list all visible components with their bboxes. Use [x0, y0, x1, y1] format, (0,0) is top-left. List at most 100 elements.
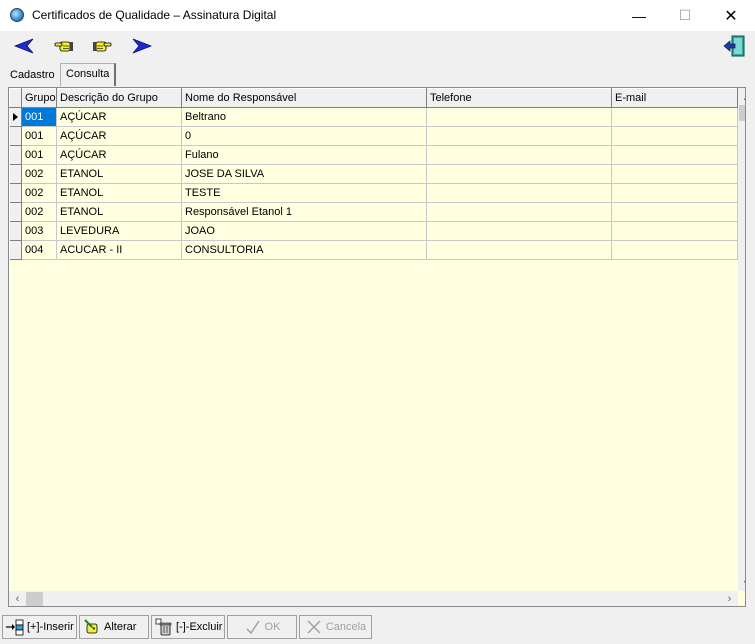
cell-telefone[interactable]	[426, 164, 612, 184]
cell-email[interactable]	[611, 126, 738, 146]
last-record-button[interactable]	[90, 35, 114, 57]
table-row[interactable]: 001 AÇÚCAR 0	[9, 126, 738, 146]
cell-email[interactable]	[611, 164, 738, 184]
vertical-scroll-thumb[interactable]	[739, 105, 745, 121]
row-indicator[interactable]	[9, 202, 22, 222]
horizontal-scroll-thumb[interactable]	[26, 592, 43, 606]
cell-email[interactable]	[611, 221, 738, 241]
table-row[interactable]: 001 AÇÚCAR Beltrano	[9, 107, 738, 127]
cell-grupo[interactable]: 001	[21, 107, 57, 127]
action-bar: [+]-Inserir Alterar [-]-Excluir OK Cance…	[0, 612, 755, 644]
row-indicator[interactable]	[9, 240, 22, 260]
delete-button-label: [-]-Excluir	[176, 621, 223, 633]
arrow-left-icon	[14, 38, 34, 54]
delete-button[interactable]: [-]-Excluir	[151, 615, 225, 639]
cell-nome[interactable]: Responsável Etanol 1	[181, 202, 427, 222]
table-row[interactable]: 002 ETANOL TESTE	[9, 183, 738, 203]
cell-grupo[interactable]: 004	[21, 240, 57, 260]
insert-button-label: [+]-Inserir	[27, 621, 74, 633]
scroll-right-icon[interactable]: ›	[721, 591, 738, 606]
cell-nome[interactable]: TESTE	[181, 183, 427, 203]
scroll-up-icon[interactable]: ▲	[738, 88, 745, 105]
cell-telefone[interactable]	[426, 221, 612, 241]
cell-email[interactable]	[611, 107, 738, 127]
cell-descricao[interactable]: ETANOL	[56, 164, 182, 184]
column-header-telefone[interactable]: Telefone	[426, 88, 612, 108]
row-indicator[interactable]	[9, 145, 22, 165]
cell-descricao[interactable]: LEVEDURA	[56, 221, 182, 241]
table-row[interactable]: 004 ACUCAR - II CONSULTORIA	[9, 240, 738, 260]
edit-button-label: Alterar	[104, 621, 137, 633]
column-header-email[interactable]: E-mail	[611, 88, 738, 108]
row-indicator[interactable]	[9, 221, 22, 241]
insert-button[interactable]: [+]-Inserir	[2, 615, 77, 639]
cancel-button[interactable]: Cancela	[299, 615, 372, 639]
cell-nome[interactable]: JOSE DA SILVA	[181, 164, 427, 184]
cell-descricao[interactable]: AÇÚCAR	[56, 107, 182, 127]
row-indicator[interactable]	[9, 164, 22, 184]
cell-descricao[interactable]: AÇÚCAR	[56, 126, 182, 146]
horizontal-scrollbar[interactable]: ‹ ›	[9, 591, 738, 606]
toolbar	[0, 31, 755, 62]
table-row[interactable]: 002 ETANOL Responsável Etanol 1	[9, 202, 738, 222]
cell-nome[interactable]: CONSULTORIA	[181, 240, 427, 260]
current-row-arrow-icon	[12, 113, 18, 121]
app-icon	[10, 8, 24, 22]
cell-descricao[interactable]: AÇÚCAR	[56, 145, 182, 165]
minimize-button[interactable]: —	[616, 0, 662, 31]
close-button[interactable]: ✕	[708, 0, 754, 31]
previous-record-button[interactable]	[12, 35, 36, 57]
cell-email[interactable]	[611, 240, 738, 260]
cancel-button-label: Cancela	[325, 621, 367, 633]
cell-grupo[interactable]: 002	[21, 202, 57, 222]
exit-button[interactable]	[722, 35, 746, 57]
table-row[interactable]: 002 ETANOL JOSE DA SILVA	[9, 164, 738, 184]
cell-telefone[interactable]	[426, 107, 612, 127]
cell-telefone[interactable]	[426, 183, 612, 203]
checkmark-icon	[244, 618, 262, 636]
cell-email[interactable]	[611, 202, 738, 222]
cell-telefone[interactable]	[426, 126, 612, 146]
cell-nome[interactable]: 0	[181, 126, 427, 146]
row-indicator[interactable]	[9, 107, 22, 127]
edit-record-icon	[83, 618, 101, 636]
cell-grupo[interactable]: 002	[21, 164, 57, 184]
cell-telefone[interactable]	[426, 240, 612, 260]
scroll-down-icon[interactable]: ▼	[738, 574, 745, 591]
window-title: Certificados de Qualidade – Assinatura D…	[32, 8, 277, 22]
data-grid[interactable]: Grupo Descrição do Grupo Nome do Respons…	[8, 87, 746, 607]
scroll-left-icon[interactable]: ‹	[9, 591, 26, 606]
cell-email[interactable]	[611, 145, 738, 165]
next-record-button[interactable]	[130, 35, 154, 57]
first-record-button[interactable]	[52, 35, 76, 57]
ok-button[interactable]: OK	[227, 615, 297, 639]
edit-button[interactable]: Alterar	[79, 615, 149, 639]
column-header-descricao[interactable]: Descrição do Grupo	[56, 88, 182, 108]
tab-cadastro[interactable]: Cadastro	[6, 66, 59, 85]
cell-nome[interactable]: Fulano	[181, 145, 427, 165]
cell-nome[interactable]: Beltrano	[181, 107, 427, 127]
tab-consulta[interactable]: Consulta	[60, 63, 117, 86]
cell-telefone[interactable]	[426, 145, 612, 165]
vertical-scrollbar[interactable]: ▲ ▼	[738, 88, 745, 591]
row-indicator[interactable]	[9, 183, 22, 203]
cell-grupo[interactable]: 003	[21, 221, 57, 241]
maximize-button[interactable]: ☐	[662, 0, 708, 31]
tab-strip: Cadastro Consulta	[0, 62, 755, 86]
cell-email[interactable]	[611, 183, 738, 203]
records-table: Grupo Descrição do Grupo Nome do Respons…	[9, 88, 738, 260]
cell-grupo[interactable]: 001	[21, 126, 57, 146]
table-row[interactable]: 003 LEVEDURA JOAO	[9, 221, 738, 241]
row-indicator[interactable]	[9, 126, 22, 146]
table-row[interactable]: 001 AÇÚCAR Fulano	[9, 145, 738, 165]
ok-button-label: OK	[264, 621, 281, 633]
cell-descricao[interactable]: ETANOL	[56, 183, 182, 203]
cell-grupo[interactable]: 002	[21, 183, 57, 203]
column-header-grupo[interactable]: Grupo	[21, 88, 57, 108]
column-header-nome[interactable]: Nome do Responsável	[181, 88, 427, 108]
cell-nome[interactable]: JOAO	[181, 221, 427, 241]
cell-descricao[interactable]: ACUCAR - II	[56, 240, 182, 260]
cell-telefone[interactable]	[426, 202, 612, 222]
cell-grupo[interactable]: 001	[21, 145, 57, 165]
cell-descricao[interactable]: ETANOL	[56, 202, 182, 222]
